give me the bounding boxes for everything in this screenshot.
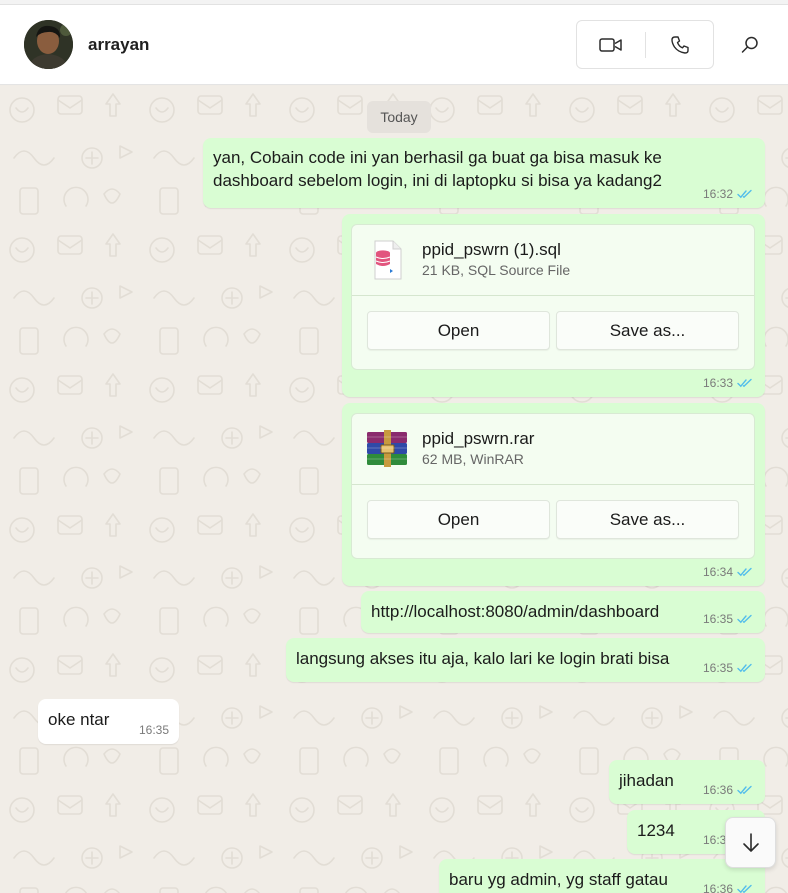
message-time: 16:36 [702, 783, 733, 797]
file-card[interactable]: ppid_pswrn (1).sql 21 KB, SQL Source Fil… [351, 224, 755, 370]
message-text: oke ntar [48, 710, 110, 729]
outgoing-message[interactable]: yan, Cobain code ini yan berhasil ga bua… [203, 138, 765, 208]
search-button[interactable] [734, 29, 766, 61]
read-ticks-icon [737, 884, 752, 893]
call-button-group [576, 20, 714, 69]
outgoing-file-message: ppid_pswrn (1).sql 21 KB, SQL Source Fil… [342, 214, 765, 397]
message-meta: 16:36 [703, 783, 753, 797]
divider [352, 295, 754, 296]
message-text-line: dashboard sebelom login, ini di laptopku… [213, 171, 662, 190]
outgoing-file-message: ppid_pswrn.rar 62 MB, WinRAR Open Save a… [342, 403, 765, 586]
read-ticks-icon [737, 663, 752, 673]
chat-header: arrayan [0, 5, 788, 85]
phone-icon [671, 35, 689, 54]
search-icon [741, 36, 758, 53]
outgoing-message[interactable]: http://localhost:8080/admin/dashboard 16… [361, 591, 765, 633]
message-time: 16:33 [702, 376, 733, 390]
message-time: 16:36 [702, 882, 733, 893]
message-text-line: yan, Cobain code ini yan berhasil ga bua… [213, 148, 662, 167]
read-ticks-icon [737, 614, 752, 624]
message-text: jihadan [619, 771, 674, 790]
contact-name[interactable]: arrayan [88, 35, 149, 55]
outgoing-message[interactable]: baru yg admin, yg staff gatau 16:36 [439, 859, 765, 893]
message-meta: 16:36 [703, 882, 753, 893]
file-info: 62 MB, WinRAR [422, 451, 524, 467]
message-meta: 16:35 [703, 612, 753, 626]
read-ticks-icon [737, 378, 752, 388]
message-link[interactable]: http://localhost:8080/admin/dashboard [371, 600, 659, 623]
read-ticks-icon [737, 567, 752, 577]
message-meta: 16:35 [139, 723, 169, 737]
date-separator: Today [367, 101, 431, 133]
sql-file-icon [367, 239, 407, 281]
divider [352, 484, 754, 485]
save-as-button[interactable]: Save as... [556, 311, 739, 350]
message-time: 16:32 [702, 187, 733, 201]
outgoing-message[interactable]: jihadan 16:36 [609, 760, 765, 804]
message-list[interactable]: Today yan, Cobain code ini yan berhasil … [0, 86, 788, 893]
message-text: langsung akses itu aja, kalo lari ke log… [296, 649, 670, 668]
incoming-message[interactable]: oke ntar 16:35 [38, 699, 179, 744]
video-camera-icon [599, 37, 622, 52]
message-text: baru yg admin, yg staff gatau [449, 870, 668, 889]
message-time: 16:34 [702, 565, 733, 579]
save-as-button[interactable]: Save as... [556, 500, 739, 539]
read-ticks-icon [737, 785, 752, 795]
arrow-down-icon [742, 832, 759, 852]
voice-call-button[interactable] [646, 21, 714, 68]
scroll-to-bottom-button[interactable] [725, 817, 776, 868]
message-meta: 16:32 [703, 187, 753, 201]
file-info: 21 KB, SQL Source File [422, 262, 571, 278]
file-name: ppid_pswrn.rar [422, 429, 535, 448]
message-meta: 16:33 [703, 376, 753, 390]
message-meta: 16:35 [703, 661, 753, 675]
message-time: 16:35 [702, 661, 733, 675]
file-card[interactable]: ppid_pswrn.rar 62 MB, WinRAR Open Save a… [351, 413, 755, 559]
outgoing-message[interactable]: langsung akses itu aja, kalo lari ke log… [286, 638, 765, 682]
open-file-button[interactable]: Open [367, 311, 550, 350]
message-text: 1234 [637, 821, 675, 840]
message-time: 16:35 [702, 612, 733, 626]
avatar[interactable] [24, 20, 73, 69]
message-meta: 16:34 [703, 565, 753, 579]
read-ticks-icon [737, 189, 752, 199]
video-call-button[interactable] [577, 21, 645, 68]
open-file-button[interactable]: Open [367, 500, 550, 539]
message-time: 16:35 [138, 723, 169, 737]
winrar-archive-icon [367, 428, 407, 470]
file-name: ppid_pswrn (1).sql [422, 240, 561, 259]
